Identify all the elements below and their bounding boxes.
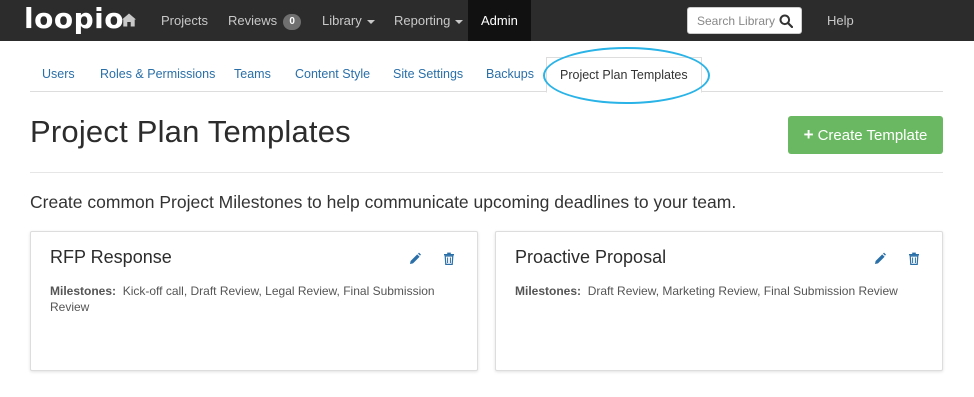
- chevron-down-icon: [455, 19, 464, 24]
- template-card: Proactive Proposal Milestones: Draft Rev…: [495, 231, 943, 371]
- create-template-button[interactable]: + Create Template: [788, 116, 943, 154]
- trash-icon[interactable]: [443, 252, 455, 265]
- edit-icon[interactable]: [874, 252, 886, 265]
- search-library: [687, 7, 802, 34]
- nav-projects-label: Projects: [161, 13, 208, 28]
- tab-project-plan-templates[interactable]: Project Plan Templates: [546, 57, 702, 93]
- plus-icon: +: [803, 125, 814, 144]
- top-navbar: loopio Projects Reviews 0 Library Reporti…: [0, 0, 974, 41]
- nav-projects[interactable]: Projects: [161, 0, 208, 41]
- search-input[interactable]: [688, 8, 778, 33]
- nav-reporting[interactable]: Reporting: [394, 0, 464, 41]
- template-title: RFP Response: [50, 247, 172, 267]
- tab-backups[interactable]: Backups: [486, 57, 534, 92]
- nav-library-label: Library: [322, 13, 362, 28]
- milestones-label: Milestones:: [50, 284, 117, 298]
- loopio-logo[interactable]: loopio: [24, 4, 124, 34]
- tab-teams[interactable]: Teams: [234, 57, 271, 92]
- nav-reviews-label: Reviews: [228, 13, 278, 28]
- nav-admin-label: Admin: [481, 13, 518, 28]
- template-milestones: Milestones: Kick-off call, Draft Review,…: [50, 283, 460, 315]
- tab-users[interactable]: Users: [42, 57, 75, 92]
- nav-reporting-label: Reporting: [394, 13, 451, 28]
- trash-icon[interactable]: [908, 252, 920, 265]
- tab-content-style[interactable]: Content Style: [295, 57, 370, 92]
- divider: [30, 172, 943, 173]
- nav-help[interactable]: Help: [827, 0, 854, 41]
- card-actions: [856, 252, 920, 270]
- nav-library[interactable]: Library: [322, 0, 375, 41]
- template-milestones: Milestones: Draft Review, Marketing Revi…: [515, 283, 925, 299]
- page-title: Project Plan Templates: [30, 114, 351, 149]
- nav-admin[interactable]: Admin: [468, 0, 531, 41]
- home-icon[interactable]: [121, 12, 137, 28]
- reviews-count-badge: 0: [283, 13, 302, 30]
- page-description: Create common Project Milestones to help…: [30, 192, 737, 212]
- milestones-list: Draft Review, Marketing Review, Final Su…: [587, 284, 898, 298]
- milestones-label: Milestones:: [515, 284, 582, 298]
- template-card: RFP Response Milestones: Kick-off call, …: [30, 231, 478, 371]
- create-template-label: Create Template: [817, 127, 928, 144]
- nav-reviews[interactable]: Reviews 0: [228, 0, 302, 41]
- tab-roles-permissions[interactable]: Roles & Permissions: [100, 57, 215, 92]
- chevron-down-icon: [366, 19, 375, 24]
- search-icon[interactable]: [779, 14, 793, 28]
- template-title: Proactive Proposal: [515, 247, 667, 267]
- admin-tabs: Users Roles & Permissions Teams Content …: [30, 57, 943, 93]
- edit-icon[interactable]: [409, 252, 421, 265]
- tab-site-settings[interactable]: Site Settings: [393, 57, 463, 92]
- card-actions: [391, 252, 455, 270]
